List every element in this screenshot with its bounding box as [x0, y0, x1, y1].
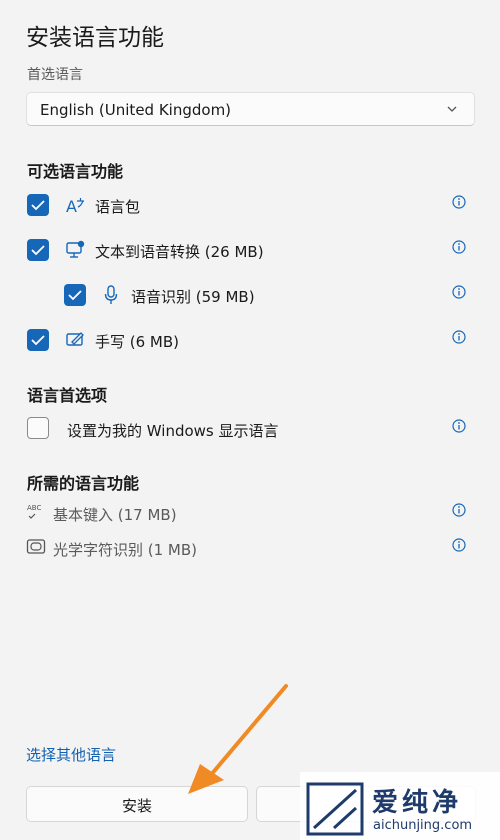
ocr-icon [26, 539, 46, 554]
info-icon[interactable] [452, 538, 466, 552]
handwriting-icon [66, 332, 84, 346]
preferred-language-value: English (United Kingdom) [40, 101, 232, 119]
speech-recognition-checkbox[interactable] [64, 284, 86, 306]
text-to-speech-label: 文本到语音转换 (26 MB) [95, 243, 264, 261]
preferred-language-label: 首选语言 [27, 67, 83, 83]
svg-text:A: A [66, 197, 77, 215]
abc-typing-icon: ABC [27, 504, 41, 519]
speech-recognition-label: 语音识别 (59 MB) [131, 288, 255, 306]
handwriting-label: 手写 (6 MB) [95, 333, 180, 351]
language-pack-checkbox[interactable] [27, 194, 49, 216]
info-icon[interactable] [452, 330, 466, 344]
info-icon[interactable] [452, 285, 466, 299]
display-language-checkbox[interactable] [27, 417, 49, 439]
watermark-brand: 爱纯净 [372, 788, 463, 818]
display-language-row: 设置为我的 Windows 显示语言 [0, 414, 500, 444]
info-icon[interactable] [452, 240, 466, 254]
svg-text:ABC: ABC [27, 504, 41, 512]
language-preferences-heading: 语言首选项 [27, 386, 108, 405]
watermark: 爱纯净 aichunjing.com [300, 772, 500, 840]
microphone-icon [104, 285, 118, 304]
basic-typing-label: 基本键入 (17 MB) [53, 506, 177, 524]
optional-features-heading: 可选语言功能 [27, 162, 124, 181]
language-pack-icon: A [66, 197, 84, 215]
preferred-language-dropdown[interactable]: English (United Kingdom) [26, 92, 475, 126]
annotation-arrow-icon [188, 684, 288, 794]
feature-row-text-to-speech: 文本到语音转换 (26 MB) [0, 235, 500, 265]
text-to-speech-icon [66, 240, 85, 258]
required-row-ocr: 光学字符识别 (1 MB) [0, 535, 500, 565]
watermark-url: aichunjing.com [373, 818, 473, 833]
info-icon[interactable] [452, 195, 466, 209]
required-row-basic-typing: ABC 基本键入 (17 MB) [0, 500, 500, 530]
feature-row-language-pack: A 语言包 [0, 190, 500, 220]
feature-row-speech-recognition: 语音识别 (59 MB) [0, 280, 500, 310]
text-to-speech-checkbox[interactable] [27, 239, 49, 261]
handwriting-checkbox[interactable] [27, 329, 49, 351]
info-icon[interactable] [452, 503, 466, 517]
display-language-label: 设置为我的 Windows 显示语言 [67, 422, 279, 440]
page-title: 安装语言功能 [26, 25, 164, 51]
chevron-down-icon [447, 106, 457, 112]
info-icon[interactable] [452, 419, 466, 433]
required-features-heading: 所需的语言功能 [27, 474, 140, 493]
language-pack-label: 语言包 [95, 198, 141, 216]
choose-other-language-link[interactable]: 选择其他语言 [26, 744, 116, 765]
feature-row-handwriting: 手写 (6 MB) [0, 325, 500, 355]
ocr-label: 光学字符识别 (1 MB) [53, 541, 198, 559]
